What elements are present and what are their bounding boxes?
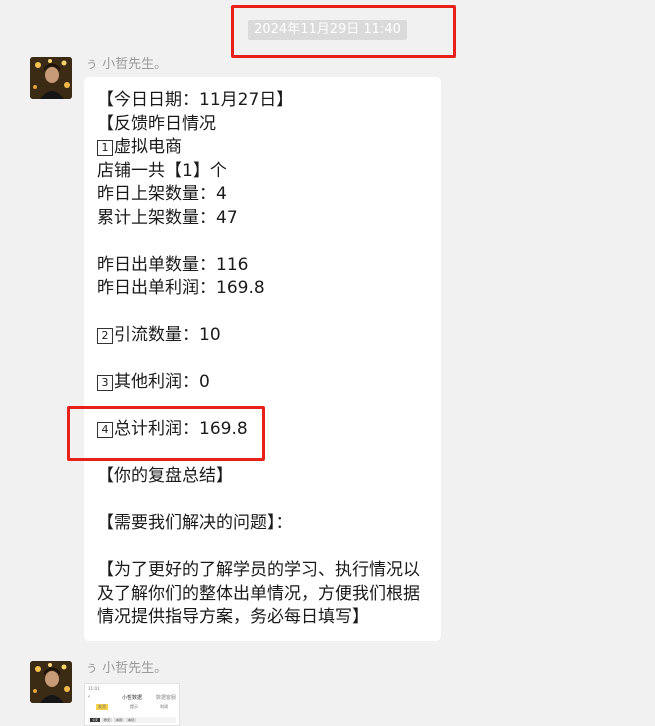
thumb-tabs: 发货 提示 利润	[85, 704, 179, 710]
number-3-icon: 3	[97, 375, 113, 391]
message-line: 【今日日期：11月27日】	[97, 90, 294, 110]
message-line-blank	[97, 536, 428, 560]
avatar-image-icon	[30, 661, 72, 703]
message-line-text: 引流数量：10	[114, 325, 221, 345]
avatar[interactable]	[30, 57, 72, 99]
thumb-more: 数据客服	[155, 695, 176, 701]
message-line: 昨日出单利润：169.8	[97, 278, 265, 298]
message-line: 2 引流数量：10	[97, 324, 428, 348]
message-line: 昨日上架数量：4	[97, 184, 227, 204]
back-arrow-icon: ‹	[88, 694, 90, 700]
message-line-blank	[97, 489, 428, 513]
message-line-blank	[97, 301, 428, 325]
thumb-chip: 本周	[114, 718, 125, 722]
thumb-tab: 发货	[96, 704, 108, 710]
thumb-status-time: 11:01	[88, 686, 100, 691]
sender-name: ぅ 小哲先生。	[85, 661, 168, 676]
message-line-text: 虚拟电商	[114, 137, 182, 157]
thumb-title-bar: ‹ 小哲数据 数据客服	[85, 694, 179, 701]
message-line: 及了解你们的整体出单情况，方便我们根据	[97, 583, 420, 604]
image-message-thumbnail[interactable]: 11:01 ‹ 小哲数据 数据客服 发货 提示 利润 今天 昨天 本周 本月	[84, 683, 180, 726]
message-line: 情况提供指导方案，务必每日填写】	[97, 607, 369, 627]
message-line: 【你的复盘总结】	[97, 466, 233, 486]
message-bubble[interactable]: 【今日日期：11月27日】 【反馈昨日情况 1 虚拟电商 店铺一共【1】个 昨日上…	[84, 77, 441, 641]
avatar[interactable]	[30, 661, 72, 703]
message-line: 【需要我们解决的问题】：	[97, 513, 293, 533]
number-1-icon: 1	[97, 140, 113, 156]
message-line-text: 其他利润：0	[114, 372, 210, 392]
sender-name: ぅ 小哲先生。	[85, 57, 168, 72]
avatar-image-icon	[30, 57, 72, 99]
message-line: 【为了更好的了解学员的学习、执行情况以	[97, 560, 420, 580]
message-line: 3 其他利润：0	[97, 371, 428, 395]
message-line-blank	[97, 230, 428, 254]
message-line-blank	[97, 348, 428, 372]
message-line: 累计上架数量：47	[97, 207, 238, 228]
timestamp-highlight-box	[231, 5, 456, 58]
thumb-filter-bar: 今天 昨天 本周 本月	[88, 717, 176, 723]
total-profit-highlight-box	[67, 406, 265, 461]
thumb-tab: 提示	[130, 704, 138, 709]
message-line: 店铺一共【1】个	[97, 160, 227, 181]
message-line: 【反馈昨日情况	[97, 113, 216, 134]
thumb-title: 小哲数据	[121, 695, 142, 701]
number-2-icon: 2	[97, 328, 113, 344]
thumb-chip: 今天	[90, 718, 101, 722]
thumb-chip: 本月	[126, 718, 137, 722]
thumb-chip: 昨天	[102, 718, 113, 722]
message-line: 1 虚拟电商	[97, 136, 428, 160]
thumb-tab: 利润	[160, 704, 168, 709]
message-line: 昨日出单数量：116	[97, 254, 249, 275]
